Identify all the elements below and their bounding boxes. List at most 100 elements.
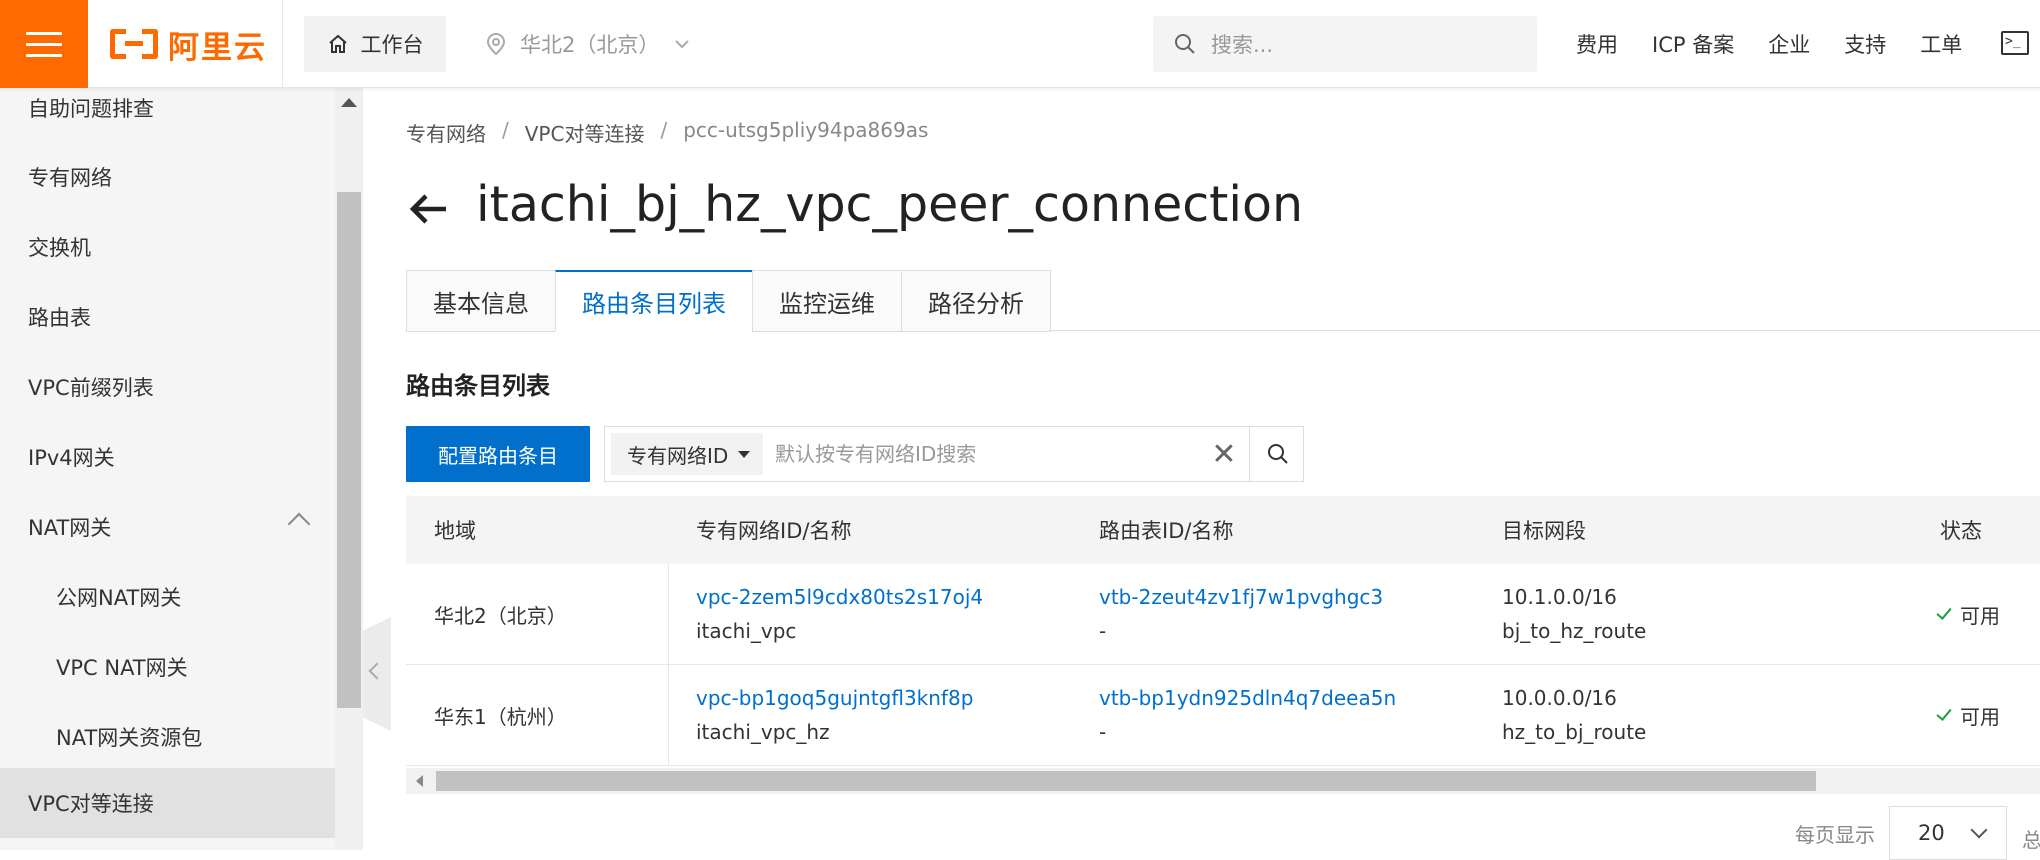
tab-path-analysis[interactable]: 路径分析 <box>901 270 1051 332</box>
sidebar-item-label: VPC对等连接 <box>28 792 154 816</box>
page-title: itachi_bj_hz_vpc_peer_connection <box>476 176 1304 233</box>
chevron-up-icon <box>287 512 311 536</box>
cell-route-table: vtb-2zeut4zv1fj7w1pvghgc3 - <box>1099 585 1383 643</box>
sidebar-item-label: VPC前缀列表 <box>28 376 154 400</box>
sidebar-scrollbar-thumb[interactable] <box>337 192 361 708</box>
menu-line <box>26 42 62 46</box>
workbench-label: 工作台 <box>360 33 424 57</box>
filter-field-label: 专有网络ID <box>627 443 729 468</box>
pagination: 每页显示 20 <box>1795 806 2007 860</box>
region-label: 华北2（北京） <box>520 33 660 57</box>
scroll-left-arrow-icon[interactable] <box>416 775 423 787</box>
check-icon <box>1936 705 1952 721</box>
sidebar-item-vpc[interactable]: 专有网络 <box>0 142 335 212</box>
sidebar-item-label: 交换机 <box>28 236 91 260</box>
home-icon <box>328 34 347 53</box>
cell-destination-cidr: 10.1.0.0/16 bj_to_hz_route <box>1502 585 1646 643</box>
cell-status: 可用 <box>1936 701 2000 730</box>
tab-basic-info[interactable]: 基本信息 <box>406 270 555 332</box>
sidebar-item-public-nat[interactable]: 公网NAT网关 <box>0 562 335 632</box>
search-icon <box>1175 34 1195 54</box>
sidebar-item-ipv4-gateway[interactable]: IPv4网关 <box>0 422 335 492</box>
header-route-table: 路由表ID/名称 <box>1099 519 1234 543</box>
header-divider <box>282 0 283 88</box>
tab-monitoring[interactable]: 监控运维 <box>752 270 901 332</box>
section-title: 路由条目列表 <box>406 372 550 400</box>
sidebar-item-nat-package[interactable]: NAT网关资源包 <box>0 702 335 772</box>
aliyun-logo-icon <box>110 29 158 59</box>
table-row: 华北2（北京） vpc-2zem5l9cdx80ts2s17oj4 itachi… <box>406 564 2040 665</box>
clear-icon[interactable]: ✕ <box>1205 435 1243 473</box>
table-header: 地域 专有网络ID/名称 路由表ID/名称 目标网段 状态 <box>406 496 2040 564</box>
sidebar-item-route-table[interactable]: 路由表 <box>0 282 335 352</box>
route-table-id-link[interactable]: vtb-2zeut4zv1fj7w1pvghgc3 <box>1099 585 1383 609</box>
top-bar: 阿里云 工作台 华北2（北京） 搜索... 费用 ICP 备案 企业 支持 工单… <box>0 0 2040 88</box>
table-row: 华东1（杭州） vpc-bp1goq5gujntgfl3knf8p itachi… <box>406 665 2040 766</box>
search-icon <box>1267 444 1288 464</box>
cidr-value: 10.1.0.0/16 <box>1502 585 1617 609</box>
sidebar-item-vpc-nat[interactable]: VPC NAT网关 <box>0 632 335 702</box>
search-button[interactable] <box>1249 426 1305 482</box>
tab-bar: 基本信息 路由条目列表 监控运维 路径分析 <box>406 270 1051 332</box>
chevron-left-icon <box>368 662 386 680</box>
top-link-icp[interactable]: ICP 备案 <box>1652 29 1734 59</box>
tab-route-entries[interactable]: 路由条目列表 <box>555 270 752 332</box>
cell-vpc: vpc-2zem5l9cdx80ts2s17oj4 itachi_vpc <box>696 585 983 643</box>
sidebar-item-prefix-list[interactable]: VPC前缀列表 <box>0 352 335 422</box>
sidebar-item-vpc-peering[interactable]: VPC对等连接 <box>0 768 335 838</box>
header-vpc: 专有网络ID/名称 <box>696 519 852 543</box>
top-link-support[interactable]: 支持 <box>1844 29 1886 59</box>
workbench-button[interactable]: 工作台 <box>304 16 446 72</box>
region-selector[interactable]: 华北2（北京） <box>486 16 691 72</box>
menu-line <box>26 31 62 35</box>
vpc-id-link[interactable]: vpc-bp1goq5gujntgfl3knf8p <box>696 686 973 710</box>
breadcrumb-vpc-peering[interactable]: VPC对等连接 <box>525 118 645 147</box>
back-arrow-icon[interactable] <box>406 186 452 232</box>
location-pin-icon <box>486 32 506 56</box>
cell-region: 华东1（杭州） <box>434 704 567 729</box>
menu-line <box>26 53 62 57</box>
vpc-id-link[interactable]: vpc-2zem5l9cdx80ts2s17oj4 <box>696 585 983 609</box>
sidebar-item-label: IPv4网关 <box>28 446 115 470</box>
sidebar-item-label: 自助问题排查 <box>28 97 154 121</box>
aliyun-logo[interactable]: 阿里云 <box>110 22 267 66</box>
sidebar-item-nat-gateway[interactable]: NAT网关 <box>0 492 335 562</box>
sidebar-item-vswitch[interactable]: 交换机 <box>0 212 335 282</box>
horizontal-scrollbar-thumb[interactable] <box>436 771 1816 791</box>
status-text: 可用 <box>1960 603 2000 628</box>
breadcrumb: 专有网络 / VPC对等连接 / pcc-utsg5pliy94pa869as <box>406 118 928 147</box>
terminal-icon[interactable]: >_ <box>2001 31 2029 55</box>
breadcrumb-vpc[interactable]: 专有网络 <box>406 118 486 147</box>
per-page-select[interactable]: 20 <box>1889 806 2007 860</box>
route-table-id-link[interactable]: vtb-bp1ydn925dln4q7deea5n <box>1099 686 1396 710</box>
vpc-name: itachi_vpc <box>696 619 797 643</box>
filter-field-select[interactable]: 专有网络ID <box>611 433 763 475</box>
route-entry-table: 地域 专有网络ID/名称 路由表ID/名称 目标网段 状态 华北2（北京） vp… <box>406 496 2040 766</box>
top-link-billing[interactable]: 费用 <box>1576 29 1618 59</box>
sidebar: 自助问题排查 专有网络 交换机 路由表 VPC前缀列表 IPv4网关 NAT网关… <box>0 88 335 850</box>
sidebar-item-label: NAT网关资源包 <box>56 726 203 750</box>
cell-region: 华北2（北京） <box>434 603 567 628</box>
table-horizontal-scrollbar[interactable] <box>406 768 2040 794</box>
hamburger-menu-button[interactable] <box>0 0 88 88</box>
search-placeholder: 搜索... <box>1211 33 1274 57</box>
filter-search-input[interactable] <box>775 433 1175 475</box>
top-link-ticket[interactable]: 工单 <box>1920 29 1962 59</box>
chevron-down-icon <box>1970 821 1988 839</box>
breadcrumb-separator: / <box>660 118 668 142</box>
sidebar-collapse-button[interactable] <box>363 617 391 731</box>
top-link-enterprise[interactable]: 企业 <box>1768 29 1810 59</box>
cell-route-table: vtb-bp1ydn925dln4q7deea5n - <box>1099 686 1396 744</box>
global-search-input[interactable]: 搜索... <box>1153 16 1537 72</box>
per-page-label: 每页显示 <box>1795 822 1875 847</box>
route-name: bj_to_hz_route <box>1502 619 1647 643</box>
cidr-value: 10.0.0.0/16 <box>1502 686 1617 710</box>
cell-vpc: vpc-bp1goq5gujntgfl3knf8p itachi_vpc_hz <box>696 686 973 744</box>
sidebar-item-label: 公网NAT网关 <box>56 586 182 610</box>
scroll-up-arrow-icon[interactable] <box>341 98 357 107</box>
header-region: 地域 <box>434 519 476 543</box>
configure-route-entry-button[interactable]: 配置路由条目 <box>406 426 590 482</box>
sidebar-item-self-troubleshoot[interactable]: 自助问题排查 <box>0 88 335 128</box>
header-status: 状态 <box>1940 519 1982 543</box>
status-text: 可用 <box>1960 704 2000 729</box>
